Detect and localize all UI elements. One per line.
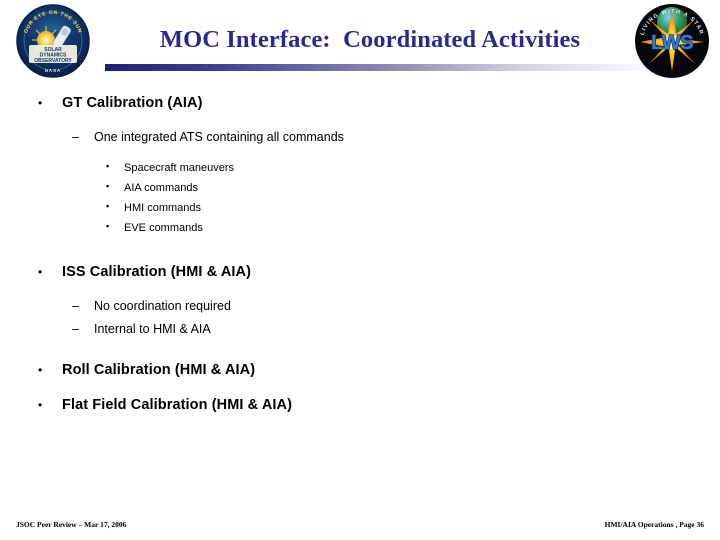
section-heading: ISS Calibration (HMI & AIA): [62, 264, 252, 280]
sub-bullet-text: No coordination required: [94, 299, 231, 313]
sub-bullet-text: One integrated ATS containing all comman…: [94, 130, 344, 144]
bullet-level1: • Roll Calibration (HMI & AIA): [0, 362, 720, 386]
lws-logo-icon: LWS LIVING WITH A STAR: [634, 2, 710, 80]
bullet-dot-icon: •: [38, 398, 43, 412]
sub-bullet-text: Internal to HMI & AIA: [94, 322, 211, 336]
title-divider: [105, 64, 650, 71]
bullet-square-icon: ▪: [106, 181, 110, 191]
section-heading: GT Calibration (AIA): [62, 95, 203, 111]
bullet-level1: • ISS Calibration (HMI & AIA): [0, 264, 720, 288]
bullet-dash-icon: –: [72, 299, 79, 313]
bullet-square-icon: ▪: [106, 161, 110, 171]
detail-text: Spacecraft maneuvers: [124, 162, 235, 174]
page-title: MOC Interface: Coordinated Activities: [159, 26, 581, 53]
bullet-square-icon: ▪: [106, 221, 110, 231]
detail-text: AIA commands: [124, 182, 198, 194]
slide-body: • GT Calibration (AIA) – One integrated …: [0, 95, 720, 423]
bullet-level2: – One integrated ATS containing all comm…: [0, 130, 720, 153]
slide-header: OUR EYE ON THE SUN SOLAR DYNAMICS OBSERV…: [0, 0, 720, 90]
detail-text: HMI commands: [124, 202, 202, 214]
svg-text:NASA: NASA: [45, 68, 61, 73]
svg-text:LWS: LWS: [651, 32, 693, 54]
svg-text:OBSERVATORY: OBSERVATORY: [34, 58, 72, 64]
bullet-level3: ▪ HMI commands: [0, 202, 720, 222]
section-heading: Roll Calibration (HMI & AIA): [62, 362, 256, 378]
bullet-dash-icon: –: [72, 322, 79, 336]
bullet-dot-icon: •: [38, 363, 43, 377]
bullet-level1: • Flat Field Calibration (HMI & AIA): [0, 397, 720, 421]
bullet-level2: – Internal to HMI & AIA: [0, 322, 720, 345]
bullet-dash-icon: –: [72, 130, 79, 144]
bullet-level1: • GT Calibration (AIA): [0, 95, 720, 119]
sdo-logo-icon: OUR EYE ON THE SUN SOLAR DYNAMICS OBSERV…: [16, 4, 90, 78]
bullet-level3: ▪ Spacecraft maneuvers: [0, 162, 720, 182]
footer-right-text: HMI/AIA Operations , Page 36: [604, 520, 704, 529]
bullet-level3: ▪ EVE commands: [0, 222, 720, 242]
bullet-dot-icon: •: [38, 96, 43, 110]
footer-left-text: JSOC Peer Review – Mar 17, 2006: [16, 520, 127, 529]
bullet-square-icon: ▪: [106, 201, 110, 211]
bullet-level3: ▪ AIA commands: [0, 182, 720, 202]
detail-text: EVE commands: [124, 222, 203, 234]
bullet-dot-icon: •: [38, 265, 43, 279]
section-heading: Flat Field Calibration (HMI & AIA): [62, 397, 293, 413]
bullet-level2: – No coordination required: [0, 299, 720, 322]
